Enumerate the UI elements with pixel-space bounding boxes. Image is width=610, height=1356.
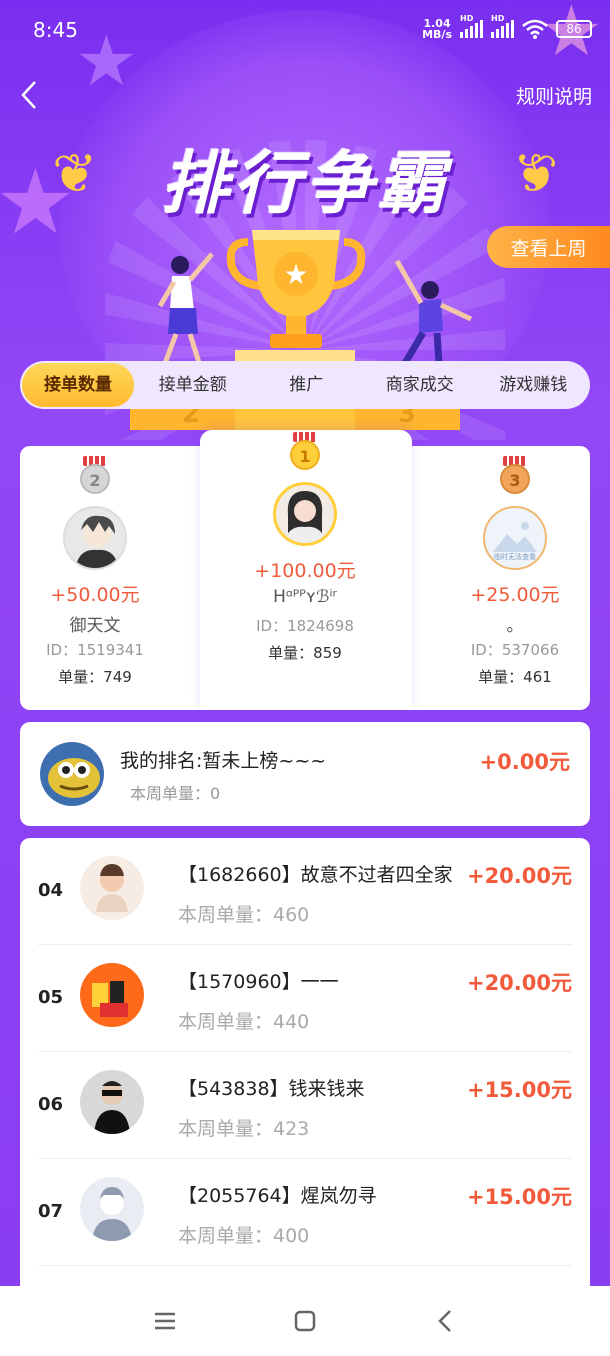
battery-icon: 86 — [556, 20, 592, 38]
hd-label: HD — [491, 14, 505, 23]
back-button[interactable] — [14, 78, 44, 112]
net-speed: 1.04 MB/s — [422, 18, 452, 40]
category-tabs: 接单数量 接单金额 推广 商家成交 游戏赚钱 — [20, 361, 590, 409]
back-icon — [438, 1310, 451, 1332]
amount: +50.00元 — [50, 584, 140, 606]
username: Hᵅᴾᴾʏℬⁱʳ — [273, 587, 337, 607]
page-title: 排行争霸 — [160, 145, 449, 224]
menu-button[interactable] — [145, 1301, 185, 1341]
avatar-caption: 临时无法查看 — [494, 553, 536, 561]
avatar[interactable] — [63, 506, 127, 570]
username: 御天文 — [69, 616, 121, 636]
trophy-icon: ★ — [226, 230, 366, 348]
list-item-name: 【543838】钱来钱来 — [178, 1078, 365, 1100]
title-wrap: 排行争霸 — [0, 128, 610, 227]
signal-icon: HD — [460, 14, 483, 38]
rank-1-entry[interactable]: 1 +100.00元 Hᵅᴾᴾʏℬⁱʳ ID：1824698 单量：859 — [210, 432, 400, 663]
my-avatar[interactable] — [40, 742, 104, 806]
list-item-orders: 本周单量：400 — [178, 1225, 310, 1247]
list-item-orders: 本周单量：423 — [178, 1118, 310, 1140]
back-nav-button[interactable] — [425, 1301, 465, 1341]
home-square-icon — [294, 1310, 316, 1332]
my-weekly-orders: 本周单量：0 — [130, 784, 221, 803]
my-amount: +0.00元 — [479, 750, 570, 774]
avatar[interactable] — [273, 482, 337, 546]
signal-icon: HD — [491, 14, 514, 38]
status-time: 8:45 — [33, 18, 78, 42]
rules-link[interactable]: 规则说明 — [516, 82, 592, 109]
tab-game-earnings[interactable]: 游戏赚钱 — [477, 361, 591, 409]
avatar[interactable] — [80, 856, 144, 920]
list-item-name: 【1682660】故意不过者四全家 — [178, 864, 453, 886]
list-item-amount: +20.00元 — [462, 860, 572, 890]
user-id: ID：537066 — [470, 641, 560, 659]
status-bar: 8:45 1.04 MB/s HD HD 86 — [0, 0, 610, 62]
order-count: 单量：461 — [478, 668, 552, 686]
list-item-name: 【1570960】一一 — [178, 971, 339, 993]
my-rank-card: 我的排名:暂未上榜~~~ 本周单量：0 +0.00元 — [20, 722, 590, 826]
back-arrow-icon — [21, 81, 36, 109]
order-count: 单量：859 — [268, 644, 342, 662]
svg-text:★: ★ — [283, 258, 308, 291]
user-id: ID：1824698 — [256, 617, 354, 635]
rank-number: 07 — [38, 1201, 64, 1222]
battery-level: 86 — [566, 22, 582, 36]
rank-3-entry[interactable]: 3 临时无法查看 +25.00元 。 ID：537066 单量：461 — [420, 456, 610, 687]
hd-label: HD — [460, 14, 474, 23]
list-item-amount: +15.00元 — [462, 1074, 572, 1104]
rank-2-entry[interactable]: 2 +50.00元 御天文 ID：1519341 单量：749 — [0, 456, 190, 687]
medal-number: 3 — [500, 464, 530, 494]
silver-medal-icon: 2 — [78, 456, 112, 500]
rank-number: 04 — [38, 880, 64, 901]
my-rank-title: 我的排名:暂未上榜~~~ — [120, 750, 327, 772]
tab-merchant-deals[interactable]: 商家成交 — [363, 361, 477, 409]
list-item-amount: +15.00元 — [462, 1181, 572, 1211]
avatar[interactable] — [80, 963, 144, 1027]
order-count: 单量：749 — [58, 668, 132, 686]
net-speed-unit: MB/s — [422, 28, 452, 41]
rank-number: 06 — [38, 1094, 64, 1115]
list-item-name: 【2055764】煋岚勿寻 — [178, 1185, 377, 1207]
tab-promotion[interactable]: 推广 — [250, 361, 364, 409]
list-item[interactable]: 06 【543838】钱来钱来 本周单量：423 +15.00元 — [38, 1052, 572, 1159]
list-item[interactable]: 04 【1682660】故意不过者四全家 本周单量：460 +20.00元 — [38, 838, 572, 945]
bronze-medal-icon: 3 — [498, 456, 532, 500]
cheering-boy-illustration — [394, 259, 473, 365]
gold-medal-icon: 1 — [288, 432, 322, 476]
user-id: ID：1519341 — [46, 641, 144, 659]
ranking-list: 04 【1682660】故意不过者四全家 本周单量：460 +20.00元 05… — [20, 838, 590, 1308]
tab-order-amount[interactable]: 接单金额 — [136, 361, 250, 409]
tab-order-count[interactable]: 接单数量 — [22, 363, 134, 407]
amount: +25.00元 — [470, 584, 560, 606]
rank-number: 05 — [38, 987, 64, 1008]
list-item-amount: +20.00元 — [462, 967, 572, 997]
status-icons: 1.04 MB/s HD HD 86 — [422, 14, 592, 40]
medal-number: 2 — [80, 464, 110, 494]
username: 。 — [506, 616, 524, 636]
avatar[interactable]: 临时无法查看 — [483, 506, 547, 570]
medal-number: 1 — [290, 440, 320, 470]
cheering-girl-illustration — [157, 252, 214, 367]
amount: +100.00元 — [254, 560, 356, 582]
system-navigation-bar — [0, 1286, 610, 1356]
home-button[interactable] — [285, 1301, 325, 1341]
avatar[interactable] — [80, 1177, 144, 1241]
wifi-icon — [522, 19, 548, 39]
list-item-orders: 本周单量：460 — [178, 904, 310, 926]
menu-icon — [155, 1312, 175, 1330]
avatar[interactable] — [80, 1070, 144, 1134]
list-item[interactable]: 07 【2055764】煋岚勿寻 本周单量：400 +15.00元 — [38, 1159, 572, 1266]
view-last-week-button[interactable]: 查看上周 — [487, 226, 610, 268]
list-item[interactable]: 05 【1570960】一一 本周单量：440 +20.00元 — [38, 945, 572, 1052]
list-item-orders: 本周单量：440 — [178, 1011, 310, 1033]
